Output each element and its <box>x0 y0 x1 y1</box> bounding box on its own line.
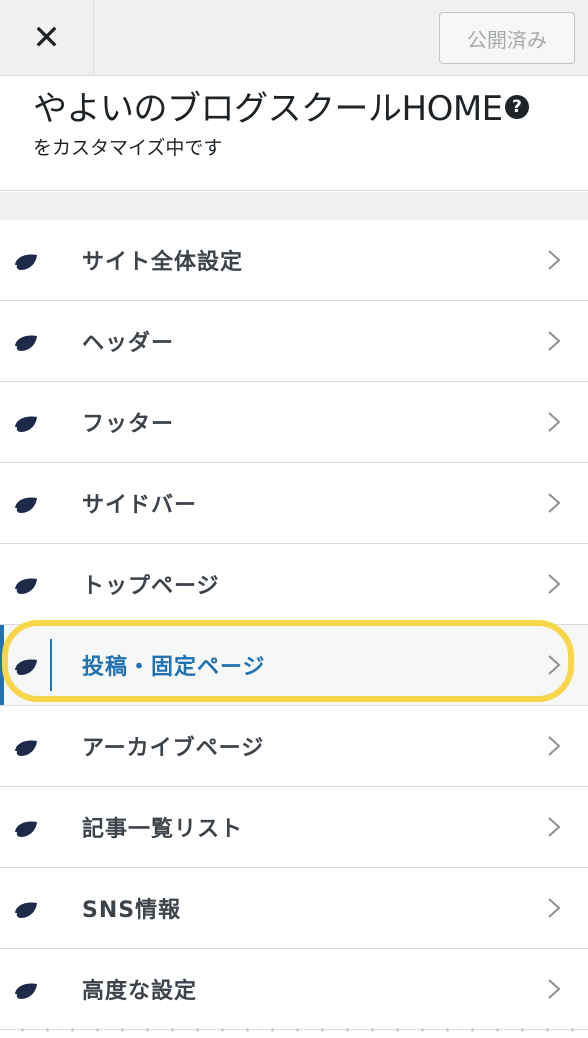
chevron-right-icon <box>548 493 561 513</box>
customizer-topbar: ✕ 公開済み <box>0 0 588 76</box>
menu-item-label: SNS情報 <box>82 898 182 923</box>
menu-item-label: ヘッダー <box>82 331 175 356</box>
menu-item-label: サイト全体設定 <box>82 250 244 275</box>
leaf-icon <box>15 254 37 270</box>
menu-item-label: サイドバー <box>82 493 198 518</box>
help-icon[interactable]: ? <box>504 94 529 119</box>
menu-item-sns-info[interactable]: SNS情報 <box>0 868 588 949</box>
menu-item-top-page[interactable]: トップページ <box>0 544 588 625</box>
customizer-menu: サイト全体設定 ヘッダー フッター サイドバー トップページ 投稿・固定ページ … <box>0 220 588 1030</box>
leaf-icon <box>15 821 37 837</box>
chevron-right-icon <box>548 412 561 432</box>
leaf-icon <box>15 659 37 675</box>
chevron-right-icon <box>548 898 561 918</box>
menu-item-label: 記事一覧リスト <box>82 817 244 842</box>
chevron-right-icon <box>548 655 561 675</box>
menu-item-label: アーカイブページ <box>82 736 265 761</box>
menu-item-label: 投稿・固定ページ <box>82 655 266 680</box>
menu-item-label: トップページ <box>82 574 220 599</box>
menu-item-footer[interactable]: フッター <box>0 382 588 463</box>
menu-item-site-settings[interactable]: サイト全体設定 <box>0 220 588 301</box>
site-title-text: やよいのブログスクールHOME <box>33 89 503 129</box>
dotted-divider <box>0 1028 588 1032</box>
chevron-right-icon <box>548 331 561 351</box>
menu-item-sidebar[interactable]: サイドバー <box>0 463 588 544</box>
close-button[interactable]: ✕ <box>0 0 94 76</box>
chevron-right-icon <box>548 250 561 270</box>
leaf-icon <box>15 983 37 999</box>
chevron-right-icon <box>548 817 561 837</box>
leaf-icon <box>15 335 37 351</box>
menu-item-posts-pages[interactable]: 投稿・固定ページ <box>0 625 588 706</box>
leaf-icon <box>15 497 37 513</box>
menu-item-header[interactable]: ヘッダー <box>0 301 588 382</box>
chevron-right-icon <box>548 736 561 756</box>
menu-item-advanced-settings[interactable]: 高度な設定 <box>0 949 588 1030</box>
menu-item-archive-page[interactable]: アーカイブページ <box>0 706 588 787</box>
customizing-subtitle: をカスタマイズ中です <box>33 137 223 159</box>
leaf-icon <box>15 902 37 918</box>
active-indicator <box>50 639 52 691</box>
leaf-icon <box>15 578 37 594</box>
menu-item-post-list[interactable]: 記事一覧リスト <box>0 787 588 868</box>
close-icon: ✕ <box>32 18 61 58</box>
publish-button[interactable]: 公開済み <box>439 12 575 64</box>
section-divider <box>0 192 588 220</box>
chevron-right-icon <box>548 979 561 999</box>
customizer-header: やよいのブログスクールHOME ? をカスタマイズ中です <box>0 77 588 191</box>
chevron-right-icon <box>548 574 561 594</box>
menu-item-label: フッター <box>82 412 175 437</box>
menu-item-label: 高度な設定 <box>82 979 198 1004</box>
leaf-icon <box>15 416 37 432</box>
leaf-icon <box>15 740 37 756</box>
page-title: やよいのブログスクールHOME ? <box>33 81 529 130</box>
